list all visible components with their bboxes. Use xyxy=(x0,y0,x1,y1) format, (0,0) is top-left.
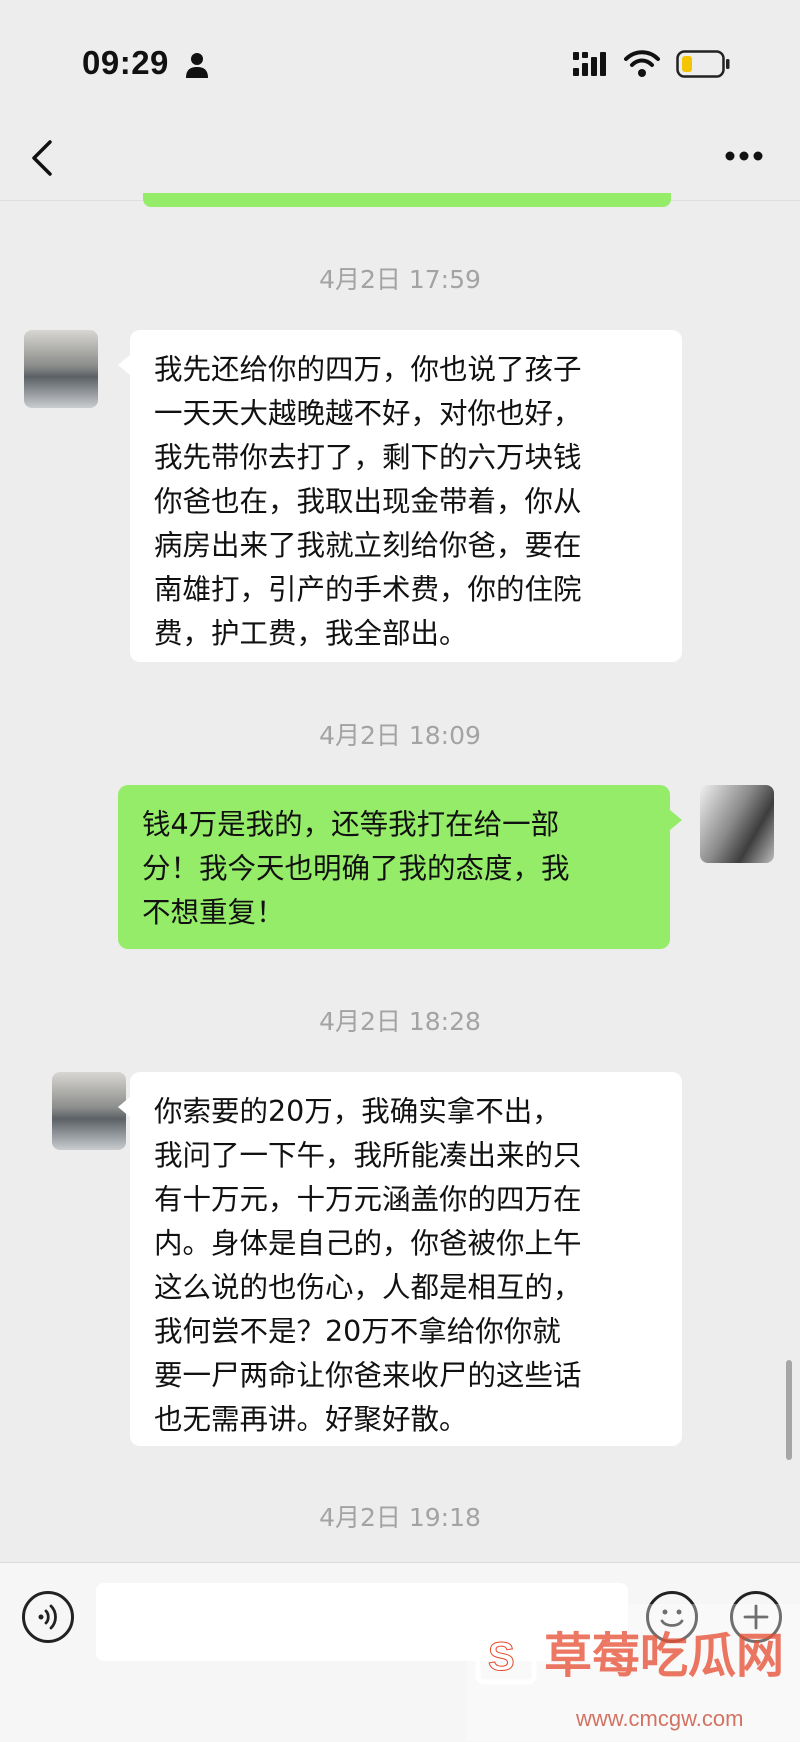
person-icon xyxy=(186,53,208,78)
message-bubble-sent[interactable]: 钱4万是我的，还等我打在给一部 分！我今天也明确了我的态度，我 不想重复！ xyxy=(118,785,670,949)
message-timestamp: 4月2日 18:09 xyxy=(319,721,481,750)
user-avatar[interactable] xyxy=(700,785,774,863)
message-text-line: 南雄打，引产的手术费，你的住院 xyxy=(154,573,582,606)
message-text-line: 我先还给你的四万，你也说了孩子 xyxy=(154,353,582,386)
message-text-line: 我问了一下午，我所能凑出来的只 xyxy=(154,1139,582,1172)
message-text-line: 费，护工费，我全部出。 xyxy=(154,617,468,650)
svg-text:S: S xyxy=(488,1635,515,1679)
scrollbar[interactable] xyxy=(786,1360,792,1460)
message-text-line: 钱4万是我的，还等我打在给一部 xyxy=(142,808,560,841)
more-dots-icon[interactable] xyxy=(724,150,764,162)
bubble-tail xyxy=(670,810,682,830)
message-text-line: 病房出来了我就立刻给你爸，要在 xyxy=(154,529,582,562)
signal-icon xyxy=(573,52,606,76)
message-text-line: 也无需再讲。好聚好散。 xyxy=(154,1403,468,1436)
message-timestamp: 4月2日 18:28 xyxy=(319,1007,481,1036)
message-text-line: 不想重复！ xyxy=(142,896,285,929)
message-text-line: 分！我今天也明确了我的态度，我 xyxy=(142,852,570,885)
wifi-icon xyxy=(624,50,660,77)
message-bubble-received[interactable]: 我先还给你的四万，你也说了孩子 一天天大越晚越不好，对你也好， 我先带你去打了，… xyxy=(130,330,682,662)
bubble-tail xyxy=(118,355,130,375)
status-bar: 09:29 xyxy=(0,0,800,120)
message-text-line: 有十万元，十万元涵盖你的四万在 xyxy=(154,1183,582,1216)
message-text-line: 这么说的也伤心，人都是相互的， xyxy=(154,1271,582,1304)
message-text-line: 要一尸两命让你爸来收尸的这些话 xyxy=(154,1359,582,1392)
message-text-line: 一天天大越晚越不好，对你也好， xyxy=(154,397,582,430)
contact-avatar[interactable] xyxy=(24,330,98,408)
watermark-logo: S 草莓吃瓜网 www.cmcgw.com xyxy=(466,1604,800,1741)
message-text-line: 你索要的20万，我确实拿不出， xyxy=(154,1095,561,1128)
svg-text:www.cmcgw.com: www.cmcgw.com xyxy=(575,1706,743,1731)
battery-icon xyxy=(676,50,730,78)
voice-icon xyxy=(38,1604,57,1630)
message-timestamp: 4月2日 19:18 xyxy=(319,1503,481,1532)
status-time: 09:29 xyxy=(82,44,169,81)
voice-button[interactable] xyxy=(22,1591,74,1643)
message-text-line: 你爸也在，我取出现金带着，你从 xyxy=(154,485,582,518)
message-text-line: 内。身体是自己的，你爸被你上午 xyxy=(154,1227,582,1260)
message-timestamp: 4月2日 17:59 xyxy=(319,265,481,294)
message-text-line: 我先带你去打了，剩下的六万块钱 xyxy=(154,441,582,474)
previous-message-bubble xyxy=(143,193,671,207)
bubble-tail xyxy=(118,1097,130,1117)
message-text-line: 我何尝不是？20万不拿给你你就 xyxy=(154,1315,561,1348)
message-bubble-received[interactable]: 你索要的20万，我确实拿不出， 我问了一下午，我所能凑出来的只 有十万元，十万元… xyxy=(130,1072,682,1446)
chat-header xyxy=(0,120,800,201)
svg-text:草莓吃瓜网: 草莓吃瓜网 xyxy=(544,1628,784,1684)
chevron-left-icon[interactable] xyxy=(28,138,58,178)
contact-avatar[interactable] xyxy=(52,1072,126,1150)
